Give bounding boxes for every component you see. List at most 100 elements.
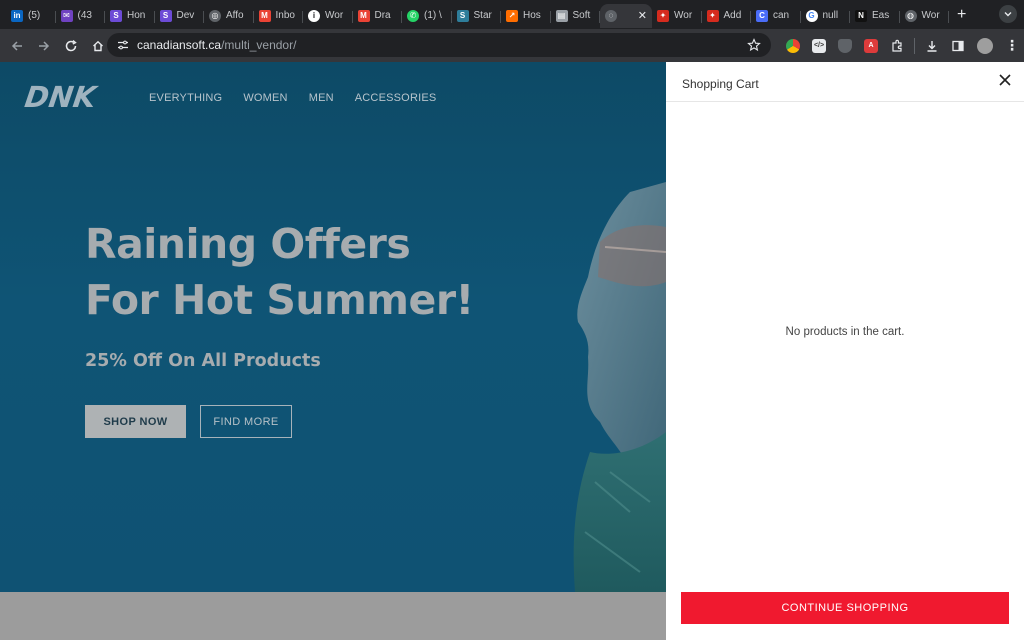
google-icon: G [805, 9, 818, 22]
browser-tab[interactable]: in (5) [6, 4, 56, 28]
browser-tab[interactable]: ◎ Affo [204, 4, 254, 28]
nav-link-women[interactable]: WOMEN [243, 92, 287, 104]
home-icon [93, 40, 103, 51]
page-overlay-strip [0, 592, 666, 640]
nav-link-men[interactable]: MEN [309, 92, 334, 104]
browser-tab[interactable]: M Inbo [254, 4, 304, 28]
canada-flag-icon: ✦ [657, 9, 669, 22]
tab-search-button[interactable] [999, 5, 1017, 23]
puzzle-extensions-icon[interactable] [890, 39, 904, 53]
browser-tab-strip: in (5) ✉ (43 S Hon S Dev ◎ Affo M Inbo i Wor M Dra ✆ (1) … [0, 0, 1024, 29]
browser-tab-label: can [773, 10, 790, 21]
whatsapp-icon: ✆ [407, 9, 419, 22]
shield-extension-icon[interactable] [838, 38, 852, 53]
browser-tab-label: Dra [374, 10, 391, 21]
continue-shopping-button[interactable]: CONTINUE SHOPPING [681, 592, 1009, 624]
browser-tab[interactable]: ↗ Hos [501, 4, 551, 28]
browser-tab[interactable]: i Wor [303, 4, 353, 28]
site-settings-icon[interactable] [117, 39, 129, 51]
browser-tab-label: Wor [921, 10, 940, 21]
browser-tab-label: Star [473, 10, 492, 21]
browser-tab[interactable]: Ccan [751, 4, 801, 28]
color-picker-extension-icon[interactable] [786, 38, 800, 53]
browser-tab-label: Affo [226, 10, 244, 21]
nav-link-accessories[interactable]: ACCESSORIES [355, 92, 437, 104]
more-menu-icon[interactable]: ⋮ [1005, 37, 1019, 54]
browser-tab[interactable]: ✆ (1) \ [402, 4, 452, 28]
empty-cart-message: No products in the cart. [785, 326, 905, 338]
browser-tab-label: Dev [176, 10, 195, 21]
download-icon[interactable] [925, 39, 939, 53]
browser-tab[interactable]: ✦ Wor [652, 4, 702, 28]
url-path: /multi_vendor/ [221, 38, 297, 52]
browser-tab-label: Wor [674, 10, 693, 21]
hero-headline-line-1: Raining Offers [85, 220, 411, 268]
browser-tab-label: null [822, 10, 839, 21]
browser-tab[interactable]: S Dev [155, 4, 205, 28]
chart-icon: ↗ [506, 9, 518, 22]
browser-tab-label: (43 [77, 10, 92, 21]
browser-tab-label: Soft [572, 10, 591, 21]
browser-tab-label: (1) \ [424, 10, 442, 21]
new-tab-plus-icon[interactable]: + [957, 6, 966, 24]
browser-tab-label: Add [723, 10, 742, 21]
hero-subheadline: 25% Off On All Products [85, 351, 321, 371]
hero-banner: DNK EVERYTHING WOMEN MEN ACCESSORIES Rai… [0, 62, 666, 592]
shopping-cart-drawer: Shopping Cart No products in the cart. C… [666, 62, 1024, 640]
angular-extension-icon[interactable]: A [864, 38, 878, 53]
arrow-right-icon [39, 40, 50, 51]
browser-tab[interactable]: S Hon [105, 4, 155, 28]
s-app-icon: S [159, 9, 172, 22]
site-logo[interactable]: DNK [23, 80, 99, 114]
extensions-area: </> A ⋮ [780, 29, 1019, 62]
address-bar[interactable]: canadiansoft.ca/multi_vendor/ [107, 33, 771, 57]
reload-button[interactable] [58, 33, 84, 59]
info-icon: i [308, 9, 320, 22]
reload-icon [65, 39, 77, 51]
toolbar-separator [914, 37, 915, 54]
linkedin-icon: in [11, 9, 23, 22]
browser-tab-label: Hon [127, 10, 146, 21]
hero-headline-line-2: For Hot Summer! [85, 276, 474, 324]
shop-now-button[interactable]: SHOP NOW [85, 405, 186, 438]
browser-tab[interactable]: ✉ (43 [56, 4, 106, 28]
browser-tab[interactable]: ◍ Wor [900, 4, 950, 28]
browser-tab[interactable]: M Dra [353, 4, 403, 28]
browser-tab[interactable]: Gnull [801, 4, 851, 28]
hero-headline: Raining Offers For Hot Summer! [85, 216, 474, 328]
s-app-icon: S [456, 9, 469, 22]
browser-tab-label: Wor [325, 10, 344, 21]
browser-tab[interactable]: N Eas [850, 4, 900, 28]
loading-icon: ◌ [605, 9, 617, 22]
browser-tab-label: Hos [523, 10, 541, 21]
close-tab-icon[interactable]: ✕ [638, 9, 647, 22]
find-more-button[interactable]: FIND MORE [200, 405, 292, 438]
cart-header: Shopping Cart [666, 62, 1024, 102]
chevron-down-icon [1004, 12, 1012, 17]
bookmark-star-icon[interactable] [747, 38, 761, 52]
close-icon[interactable] [998, 73, 1012, 87]
side-panel-icon[interactable] [951, 39, 965, 53]
c-app-icon: C [756, 9, 768, 22]
mail-icon: ✉ [60, 9, 73, 22]
browser-tab[interactable]: ✦ Add [702, 4, 752, 28]
browser-tab-label: Inbo [275, 10, 295, 21]
arrow-left-icon [11, 40, 22, 51]
web-page: DNK EVERYTHING WOMEN MEN ACCESSORIES Rai… [0, 62, 1024, 640]
url-host: canadiansoft.ca [137, 38, 222, 52]
browser-tab[interactable]: ◌ ✕ [600, 3, 652, 28]
s-app-icon: S [110, 9, 122, 22]
browser-tab[interactable]: S Star [452, 4, 502, 28]
code-extension-icon[interactable]: </> [812, 38, 826, 53]
doc-icon: ▤ [555, 9, 568, 22]
openai-icon: ◎ [209, 9, 221, 22]
nav-link-everything[interactable]: EVERYTHING [149, 92, 222, 104]
globe-icon: ◍ [904, 9, 917, 22]
browser-tab[interactable]: ▤ Soft [551, 4, 601, 28]
profile-avatar[interactable] [977, 37, 993, 54]
gmail-icon: M [357, 9, 370, 22]
forward-button[interactable] [31, 33, 57, 59]
browser-tab-label: Eas [872, 10, 890, 21]
back-button[interactable] [4, 33, 30, 59]
gmail-icon: M [258, 9, 271, 22]
